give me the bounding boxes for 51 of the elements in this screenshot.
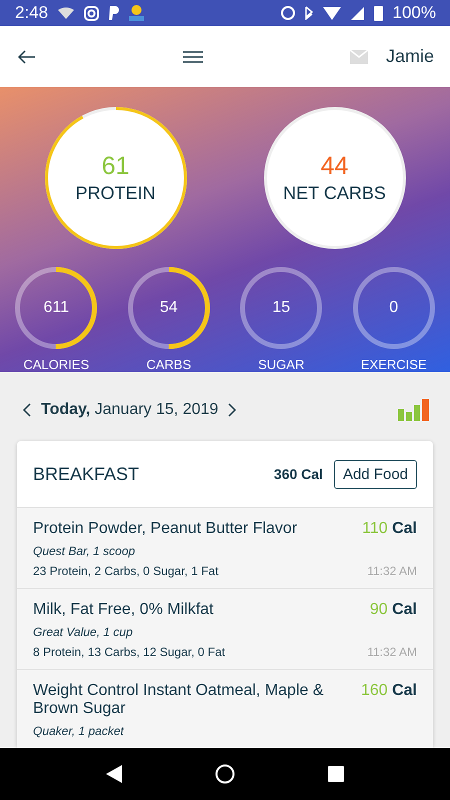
food-serving: Great Value, 1 cup — [33, 625, 134, 639]
goal-value: 61 — [102, 152, 130, 181]
food-serving: Quaker, 1 packet — [33, 724, 125, 738]
food-time: 11:32 AM — [367, 564, 417, 578]
overview-icon[interactable] — [328, 766, 344, 782]
goal-label: PROTEIN — [75, 183, 156, 204]
stat-value: 54 — [160, 299, 178, 317]
stat-value: 611 — [44, 299, 69, 317]
meal-title: BREAKFAST — [33, 464, 140, 484]
goal-value: 44 — [320, 152, 348, 181]
status-time: 2:48 — [15, 3, 48, 23]
food-serving: Quest Bar, 1 scoop — [33, 544, 136, 558]
camera-icon — [84, 6, 100, 20]
food-time: 11:32 AM — [367, 645, 417, 659]
wifi-icon — [322, 6, 341, 20]
food-item[interactable]: Milk, Fat Free, 0% Milkfat 90 Cal Great Value, 1 cup 8 Protein, 13 Carbs, 12 Sugar, 0 Fat 11:32 AM — [17, 588, 433, 669]
stat-label: EXERCISE — [360, 357, 427, 372]
stat-label: SUGAR — [258, 357, 304, 372]
food-calories: 90 Cal — [370, 601, 417, 619]
previous-day-icon[interactable] — [22, 402, 31, 416]
p-logo-icon — [109, 6, 120, 20]
battery-icon — [374, 6, 383, 20]
food-calories: 160 Cal — [360, 682, 417, 700]
food-macros: 8 Protein, 13 Carbs, 12 Sugar, 0 Fat — [33, 645, 226, 659]
stat-label: CARBS — [146, 357, 192, 372]
stat-value: 0 — [389, 299, 398, 317]
user-name[interactable]: Jamie — [386, 46, 434, 67]
current-date: Today, January 15, 2019 — [41, 400, 218, 418]
bluetooth-icon — [304, 6, 313, 20]
signal-icon — [350, 6, 364, 20]
food-name: Milk, Fat Free, 0% Milkfat — [33, 601, 214, 619]
menu-icon[interactable] — [183, 50, 203, 62]
home-icon[interactable] — [214, 764, 235, 784]
add-food-button[interactable]: Add Food — [334, 460, 417, 488]
food-name: Weight Control Instant Oatmeal, Maple & Brown Sugar — [33, 682, 325, 718]
food-calories: 110 Cal — [362, 520, 417, 538]
back-icon[interactable] — [18, 50, 36, 64]
food-item[interactable]: Protein Powder, Peanut Butter Flavor 110 Cal Quest Bar, 1 scoop 23 Protein, 2 Carbs, 0 Sugar, 1 Fat 11:32 AM — [17, 507, 433, 588]
battery-percent: 100% — [392, 3, 436, 23]
goal-label: NET CARBS — [283, 183, 386, 204]
stat-value: 15 — [272, 299, 290, 317]
food-item[interactable]: Weight Control Instant Oatmeal, Maple & Brown Sugar 160 Cal Quaker, 1 packet — [17, 669, 433, 748]
next-day-icon[interactable] — [228, 402, 238, 416]
food-name: Protein Powder, Peanut Butter Flavor — [33, 520, 298, 538]
stat-label: CALORIES — [23, 357, 90, 372]
person-icon — [129, 5, 144, 21]
meal-total: 360 Cal — [274, 466, 323, 482]
wifi-icon — [58, 7, 74, 19]
back-icon[interactable] — [106, 765, 122, 783]
bar-chart-icon[interactable] — [398, 398, 430, 420]
food-macros: 23 Protein, 2 Carbs, 0 Sugar, 1 Fat — [33, 564, 218, 578]
